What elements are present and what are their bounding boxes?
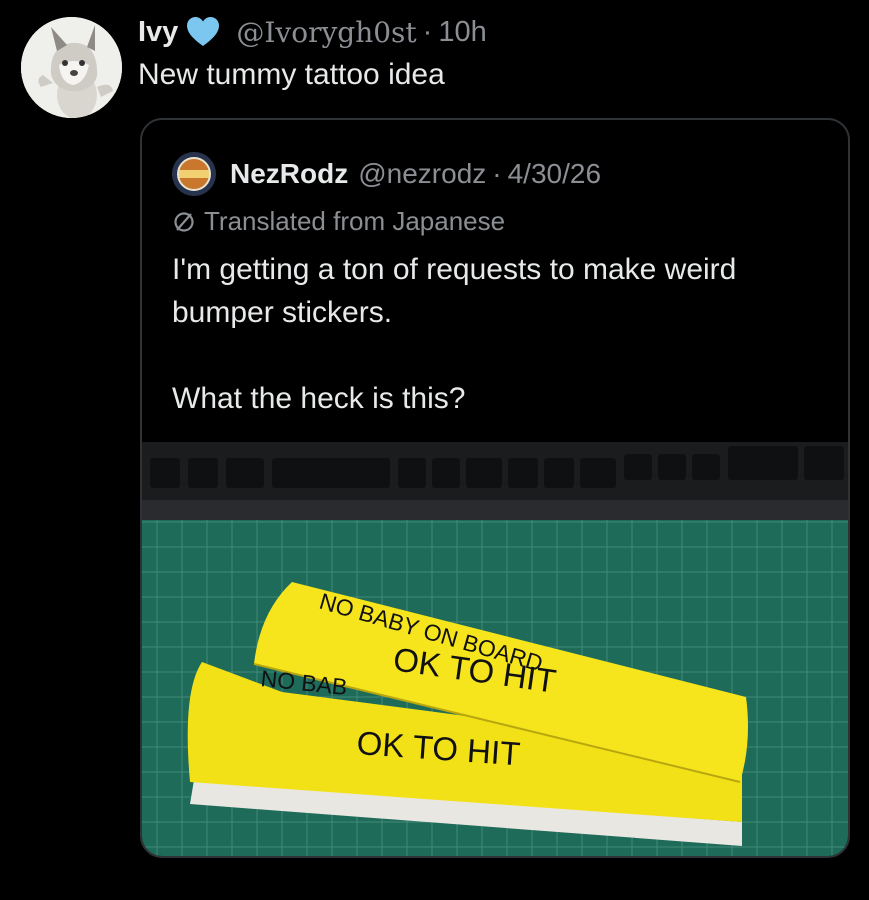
author-name[interactable]: Ivy [138,16,178,49]
quoted-avatar[interactable] [172,152,216,196]
quoted-tweet-text: I'm getting a ton of requests to make we… [172,248,812,463]
tweet-text: New tummy tattoo idea [138,58,445,91]
quoted-tweet-header: NezRodz @nezrodz · 4/30/26 [172,152,601,196]
separator-dot: · [422,15,433,48]
author-handle[interactable]: @Ivorygh0st [236,16,416,49]
bumper-stickers-photo: NO BABY ON BOARD OK TO HIT NO BAB OK TO … [142,442,848,856]
quoted-tweet-card[interactable]: NezRodz @nezrodz · 4/30/26 Translated fr… [140,118,850,858]
quoted-text-line: I'm getting a ton of requests to make we… [172,253,737,329]
post-time[interactable]: 10h [438,16,486,49]
separator-dot: · [492,158,502,189]
translate-icon [174,211,194,232]
translated-label: Translated from Japanese [204,206,506,236]
attached-photo[interactable]: NO BABY ON BOARD OK TO HIT NO BAB OK TO … [142,442,848,856]
plush-wolf-icon [21,17,122,118]
badge-logo-icon [172,152,216,196]
quoted-post-date[interactable]: 4/30/26 [508,158,601,190]
quoted-author-name[interactable]: NezRodz [230,158,348,190]
translated-note: Translated from Japanese [172,206,505,237]
light-blue-heart-icon [187,17,220,46]
avatar[interactable] [21,17,122,118]
tweet-header: Ivy @Ivorygh0st · 10h [138,12,487,52]
quoted-text-line: What the heck is this? [172,382,466,415]
quoted-author-handle[interactable]: @nezrodz [358,158,486,190]
